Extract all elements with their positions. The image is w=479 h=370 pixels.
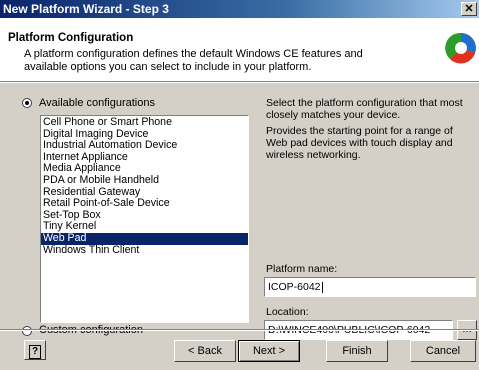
list-item[interactable]: Web Pad xyxy=(41,232,248,245)
title-bar: New Platform Wizard - Step 3 ✕ xyxy=(0,0,479,18)
configuration-description: Provides the starting point for a range … xyxy=(266,125,453,161)
footer-divider-highlight xyxy=(0,330,479,331)
back-button[interactable]: < Back xyxy=(174,340,236,362)
custom-configuration-radio[interactable] xyxy=(22,326,32,336)
close-icon[interactable]: ✕ xyxy=(461,2,477,16)
configurations-listbox[interactable]: Cell Phone or Smart Phone Digital Imaging… xyxy=(40,115,249,323)
cancel-button[interactable]: Cancel xyxy=(410,340,476,362)
finish-button[interactable]: Finish xyxy=(326,340,388,362)
platform-name-input[interactable]: ICOP-6042 xyxy=(264,277,476,297)
next-button[interactable]: Next > xyxy=(238,340,300,362)
windows-ce-logo-icon xyxy=(445,32,476,64)
page-description: A platform configuration defines the def… xyxy=(24,48,363,73)
list-item[interactable]: Cell Phone or Smart Phone xyxy=(41,116,248,129)
page-title: Platform Configuration xyxy=(8,32,134,44)
list-item[interactable]: Retail Point-of-Sale Device xyxy=(41,198,248,210)
window-title: New Platform Wizard - Step 3 xyxy=(3,2,169,16)
help-icon: ? xyxy=(29,345,41,359)
list-item[interactable]: Windows Thin Client xyxy=(41,244,248,257)
available-configurations-label: Available configurations xyxy=(39,97,155,109)
list-item[interactable]: PDA or Mobile Handheld xyxy=(41,174,248,187)
help-button[interactable]: ? xyxy=(24,340,46,360)
text-caret xyxy=(321,281,323,293)
platform-name-label: Platform name: xyxy=(266,263,338,275)
instruction-text: Select the platform configuration that m… xyxy=(266,97,463,121)
wizard-header: Platform Configuration A platform config… xyxy=(0,18,479,82)
header-divider xyxy=(0,82,479,83)
available-configurations-radio[interactable] xyxy=(22,98,32,108)
location-label: Location: xyxy=(266,306,309,318)
platform-name-value: ICOP-6042 xyxy=(268,281,321,293)
